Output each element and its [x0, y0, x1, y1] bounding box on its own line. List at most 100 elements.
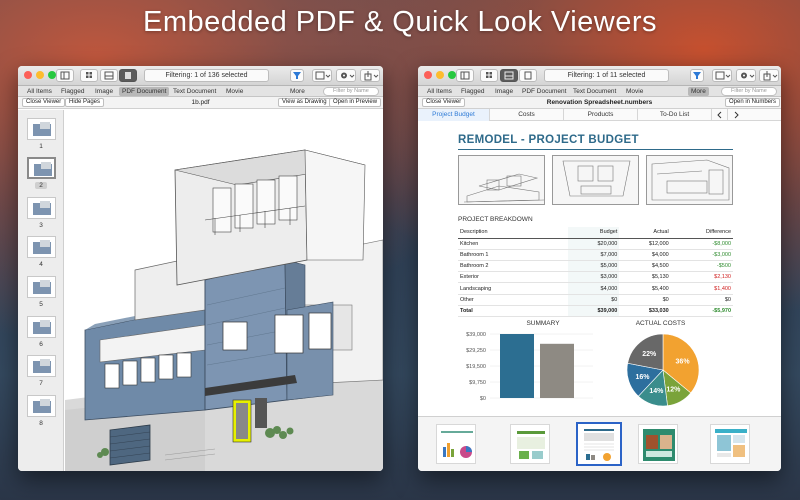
more-menu[interactable]: More — [290, 87, 305, 96]
page-thumbnail[interactable] — [27, 395, 56, 417]
search-placeholder: Filter by Name — [731, 88, 767, 94]
sheet-tabs: Project Budget Costs Products To-Do List — [418, 109, 781, 121]
close-window-button[interactable] — [424, 71, 432, 79]
list-view-button[interactable] — [100, 69, 118, 82]
close-window-button[interactable] — [24, 71, 32, 79]
tab-image[interactable]: Image — [92, 87, 116, 96]
gear-icon — [741, 72, 755, 79]
building-drawing — [65, 149, 383, 471]
file-thumbnail[interactable] — [710, 424, 750, 464]
open-in-numbers-button[interactable]: Open in Numbers — [725, 98, 781, 107]
viewer-actionbar: Close Viewer Renovation Spreadsheet.numb… — [418, 97, 781, 109]
y-tick-label: $29,250 — [466, 348, 486, 354]
prev-sheet-button[interactable] — [712, 109, 728, 121]
action-menu-button[interactable] — [736, 69, 756, 82]
page-thumbnail[interactable] — [27, 236, 56, 258]
table-header-row: Description Budget Actual Difference — [458, 227, 733, 239]
more-menu[interactable]: More — [688, 87, 709, 96]
sketch-image-living-room — [552, 155, 639, 205]
tab-text-document[interactable]: Text Document — [570, 87, 619, 96]
tab-flagged[interactable]: Flagged — [458, 87, 488, 96]
remodel-title: REMODEL - PROJECT BUDGET — [458, 134, 639, 146]
sheet-tab-products[interactable]: Products — [564, 109, 638, 121]
view-as-drawing-button[interactable]: View as Drawing — [278, 98, 331, 107]
tab-pdf-document[interactable]: PDF Document — [519, 87, 569, 96]
grid-view-button[interactable] — [80, 69, 98, 82]
sheet-tab-to-do-list[interactable]: To-Do List — [638, 109, 712, 121]
spreadsheet-preview[interactable]: REMODEL - PROJECT BUDGET PROJECT BREAKDO… — [418, 122, 781, 416]
filter-button[interactable] — [290, 69, 304, 82]
grid-view-button[interactable] — [480, 69, 498, 82]
page-thumbnail[interactable] — [27, 276, 56, 298]
header-description: Description — [458, 227, 568, 239]
table-row: Kitchen $20,000 $12,000 -$8,000 — [458, 238, 733, 250]
page-thumbnail[interactable] — [27, 197, 56, 219]
spreadsheet-viewer-window: Filtering: 1 of 11 selected All Items Fl… — [418, 66, 781, 471]
columns-icon — [715, 71, 731, 80]
open-in-preview-button[interactable]: Open in Preview — [329, 98, 382, 107]
cell-actual: $12,000 — [619, 238, 671, 250]
zoom-window-button[interactable] — [48, 71, 56, 79]
page-thumbnail[interactable] — [27, 355, 56, 377]
tab-pdf-document[interactable]: PDF Document — [119, 87, 170, 96]
cell-budget: $4,000 — [568, 282, 620, 295]
page-thumbnail[interactable] — [27, 118, 56, 140]
page-thumbnail[interactable] — [27, 316, 56, 338]
minimize-window-button[interactable] — [36, 71, 44, 79]
share-button[interactable] — [360, 69, 380, 82]
sidebar-toggle-button[interactable] — [56, 69, 74, 82]
cell-total-difference: -$5,970 — [670, 304, 733, 318]
page-number: 1 — [39, 143, 43, 150]
sidebar-toggle-button[interactable] — [456, 69, 474, 82]
cell-actual: $5,400 — [619, 282, 671, 295]
file-thumbnail[interactable] — [638, 424, 678, 464]
file-thumbnail-selected[interactable] — [576, 422, 622, 466]
page-number: 7 — [39, 380, 43, 387]
page-number: 2 — [35, 182, 47, 189]
cell-difference: $2,130 — [670, 271, 733, 284]
next-sheet-button[interactable] — [728, 109, 744, 121]
tab-all-items[interactable]: All Items — [24, 87, 55, 96]
actual-costs-chart-title: ACTUAL COSTS — [635, 320, 686, 327]
zoom-window-button[interactable] — [448, 71, 456, 79]
search-input[interactable]: Filter by Name — [323, 87, 379, 96]
header-actual: Actual — [619, 227, 671, 239]
sheet-tab-project-budget[interactable]: Project Budget — [418, 109, 490, 121]
tab-image[interactable]: Image — [492, 87, 516, 96]
gear-icon — [341, 72, 355, 79]
tab-movie[interactable]: Movie — [623, 87, 646, 96]
viewer-mode-button[interactable] — [119, 69, 137, 82]
cell-budget: $3,000 — [568, 271, 620, 284]
search-input[interactable]: Filter by Name — [721, 87, 777, 96]
chevron-right-icon — [734, 111, 739, 119]
tab-text-document[interactable]: Text Document — [170, 87, 219, 96]
cell-budget: $20,000 — [568, 238, 620, 250]
view-options-button[interactable] — [712, 69, 732, 82]
pdf-page-view[interactable] — [65, 110, 383, 471]
share-button[interactable] — [759, 69, 779, 82]
page-thumbnail-selected[interactable] — [27, 157, 56, 179]
sketch-image-exterior — [458, 155, 545, 205]
cell-total-label: Total — [458, 304, 568, 318]
minimize-window-button[interactable] — [436, 71, 444, 79]
y-tick-label: $39,000 — [466, 332, 486, 338]
view-options-button[interactable] — [312, 69, 332, 82]
columns-icon — [315, 71, 331, 80]
search-placeholder: Filter by Name — [333, 88, 369, 94]
quicklook-view-button[interactable] — [519, 69, 537, 82]
cell-description: Bathroom 1 — [458, 249, 568, 262]
viewer-mode-button[interactable] — [500, 69, 518, 82]
file-thumbnail[interactable] — [436, 424, 476, 464]
tab-movie[interactable]: Movie — [223, 87, 246, 96]
tab-all-items[interactable]: All Items — [424, 87, 455, 96]
action-menu-button[interactable] — [336, 69, 356, 82]
filter-button[interactable] — [690, 69, 704, 82]
cell-budget: $7,000 — [568, 249, 620, 262]
file-thumbnail[interactable] — [510, 424, 550, 464]
filter-status: Filtering: 1 of 11 selected — [544, 69, 669, 82]
tab-flagged[interactable]: Flagged — [58, 87, 88, 96]
sketch-image-kitchen — [646, 155, 733, 205]
sheet-tab-costs[interactable]: Costs — [490, 109, 564, 121]
filter-status: Filtering: 1 of 136 selected — [144, 69, 269, 82]
y-tick-label: $9,750 — [469, 380, 486, 386]
